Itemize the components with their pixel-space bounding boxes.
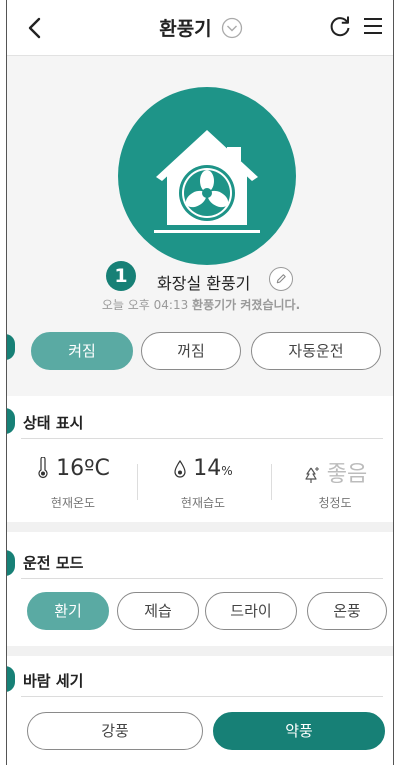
humidity-value: 14 xyxy=(193,456,222,481)
section-gap xyxy=(7,522,393,532)
status-time: 오늘 오후 04:13 xyxy=(101,298,189,312)
status-text: 환풍기가 켜졌습니다. xyxy=(192,298,301,312)
power-on-button[interactable]: 켜짐 xyxy=(31,332,133,370)
temperature-stat: 16ºC 현재온도 xyxy=(9,456,137,511)
run-mode-section: 운전 모드 환기 제습 드라이 온풍 xyxy=(7,532,393,646)
section-gap xyxy=(7,646,393,656)
refresh-icon[interactable] xyxy=(327,13,353,39)
wind-weak-button[interactable]: 약풍 xyxy=(213,712,385,750)
section-marker xyxy=(7,666,15,692)
cleanliness-stat: 좋음 청정도 xyxy=(271,456,393,511)
divider xyxy=(21,578,383,579)
mode-dry-button[interactable]: 드라이 xyxy=(205,592,297,630)
wind-title: 바람 세기 xyxy=(23,672,84,690)
thermometer-icon xyxy=(38,457,48,478)
house-fan-icon xyxy=(154,130,260,233)
mode-ventilation-button[interactable]: 환기 xyxy=(27,592,109,630)
device-image xyxy=(118,87,296,265)
device-hero: 1 화장실 환풍기 오늘 오후 04:13 환풍기가 켜졌습니다. 켜짐 꺼짐 … xyxy=(7,56,393,396)
section-marker xyxy=(7,334,15,360)
divider xyxy=(137,464,138,500)
pencil-icon[interactable] xyxy=(269,267,293,291)
temperature-value: 16ºC xyxy=(56,456,110,481)
status-title: 상태 표시 xyxy=(23,414,84,432)
power-off-button[interactable]: 꺼짐 xyxy=(141,332,241,370)
droplet-icon xyxy=(174,459,186,478)
section-marker xyxy=(7,408,15,434)
chevron-down-icon[interactable] xyxy=(221,17,243,39)
divider xyxy=(21,696,383,697)
wind-strong-button[interactable]: 강풍 xyxy=(27,712,203,750)
run-mode-title: 운전 모드 xyxy=(23,554,84,572)
humidity-unit: % xyxy=(221,464,233,478)
section-marker xyxy=(7,550,15,576)
device-name: 화장실 환풍기 xyxy=(157,274,251,293)
menu-icon[interactable] xyxy=(361,14,385,38)
app-frame: 환풍기 1 화장실 환풍기 오늘 오후 04:13 환풍기가 켜졌습니다. 켜짐… xyxy=(6,0,394,765)
wind-section: 바람 세기 강풍 약풍 xyxy=(7,656,393,765)
humidity-label: 현재습도 xyxy=(180,496,226,510)
divider xyxy=(21,438,383,439)
status-section: 상태 표시 16ºC 현재온도 14% 현재습도 좋음 청정도 xyxy=(7,396,393,522)
mode-dehumidify-button[interactable]: 제습 xyxy=(117,592,199,630)
page-title: 환풍기 xyxy=(159,18,212,40)
mode-heat-button[interactable]: 온풍 xyxy=(307,592,387,630)
humidity-stat: 14% 현재습도 xyxy=(139,456,267,511)
cleanliness-value: 좋음 xyxy=(326,462,368,487)
status-message: 오늘 오후 04:13 환풍기가 켜졌습니다. xyxy=(7,296,393,313)
cleanliness-label: 청정도 xyxy=(318,496,352,510)
auto-run-button[interactable]: 자동운전 xyxy=(251,332,381,370)
step-badge: 1 xyxy=(106,261,136,291)
temperature-label: 현재온도 xyxy=(50,496,96,510)
top-bar: 환풍기 xyxy=(7,0,393,56)
sparkle-tree-icon xyxy=(305,467,319,483)
